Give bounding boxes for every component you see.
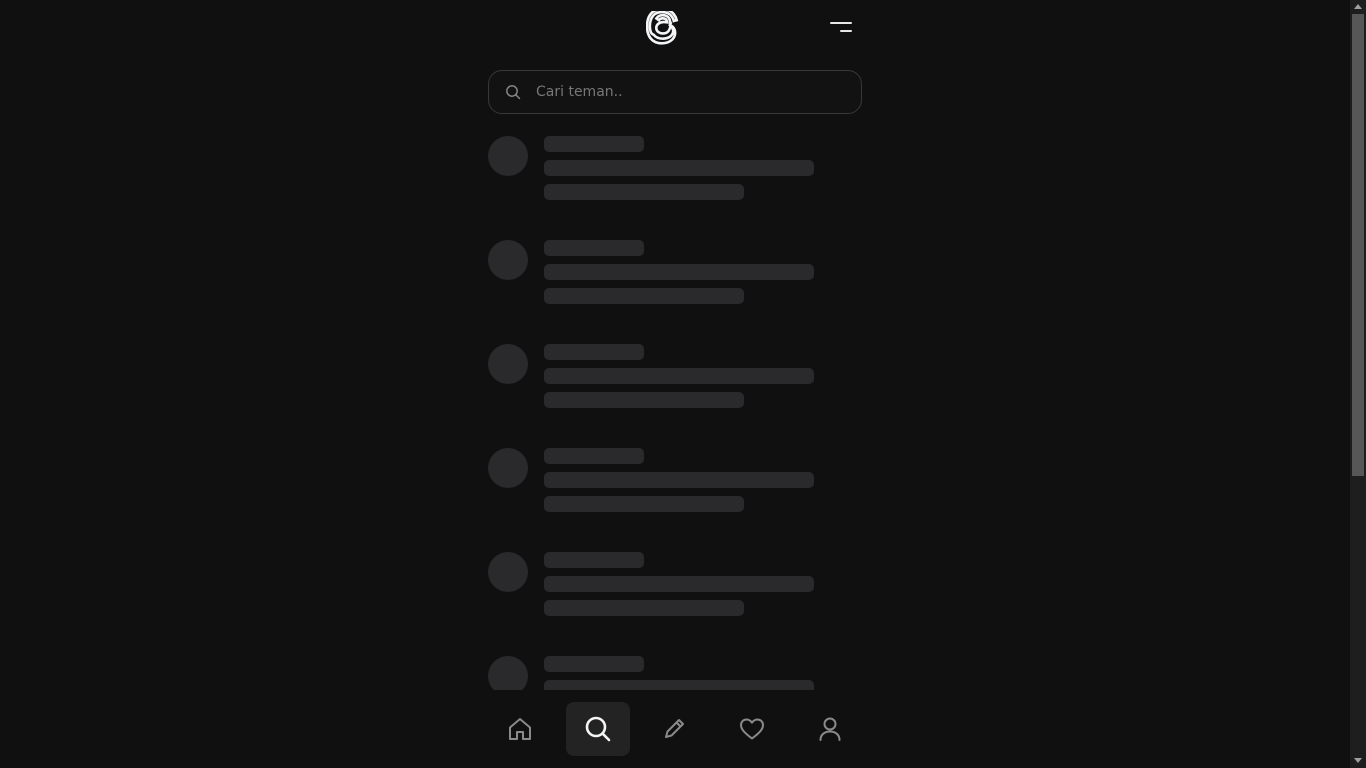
text-placeholder [544,472,814,488]
text-placeholder [544,264,814,280]
nav-profile[interactable] [798,702,862,756]
top-header [0,0,1350,60]
skeleton-item [488,240,868,344]
user-icon [819,717,841,741]
skeleton-item [488,344,868,448]
name-placeholder [544,448,644,464]
page-scrollbar[interactable] [1350,0,1366,768]
avatar-placeholder [488,448,528,488]
home-icon [509,718,531,740]
menu-icon-line-top [830,22,852,24]
scrollbar-thumb[interactable] [1352,14,1364,476]
avatar-placeholder [488,136,528,176]
bottom-navigation [480,700,870,758]
text-placeholder [544,576,814,592]
text-placeholder [544,600,744,616]
menu-button[interactable] [826,18,856,40]
skeleton-item [488,448,868,552]
search-icon [585,716,611,742]
nav-create[interactable] [642,702,706,756]
text-placeholder [544,496,744,512]
skeleton-list [488,136,868,690]
text-placeholder [544,160,814,176]
avatar-placeholder [488,656,528,690]
nav-activity[interactable] [720,702,784,756]
heart-icon [740,718,764,740]
scroll-down-icon[interactable] [1354,758,1362,763]
search-input[interactable] [536,71,846,113]
avatar-placeholder [488,344,528,384]
name-placeholder [544,552,644,568]
pencil-icon [665,719,684,738]
name-placeholder [544,656,644,672]
scroll-up-icon[interactable] [1354,4,1362,9]
search-box[interactable] [488,70,862,114]
skeleton-item [488,552,868,656]
name-placeholder [544,136,644,152]
threads-logo-icon[interactable] [646,11,682,49]
nav-search[interactable] [566,702,630,756]
skeleton-item [488,136,868,240]
text-placeholder [544,184,744,200]
text-placeholder [544,680,814,690]
search-icon [506,85,521,100]
name-placeholder [544,344,644,360]
skeleton-item [488,656,868,690]
menu-icon-line-bottom [840,30,852,32]
text-placeholder [544,368,814,384]
avatar-placeholder [488,240,528,280]
nav-home[interactable] [488,702,552,756]
name-placeholder [544,240,644,256]
text-placeholder [544,288,744,304]
text-placeholder [544,392,744,408]
avatar-placeholder [488,552,528,592]
